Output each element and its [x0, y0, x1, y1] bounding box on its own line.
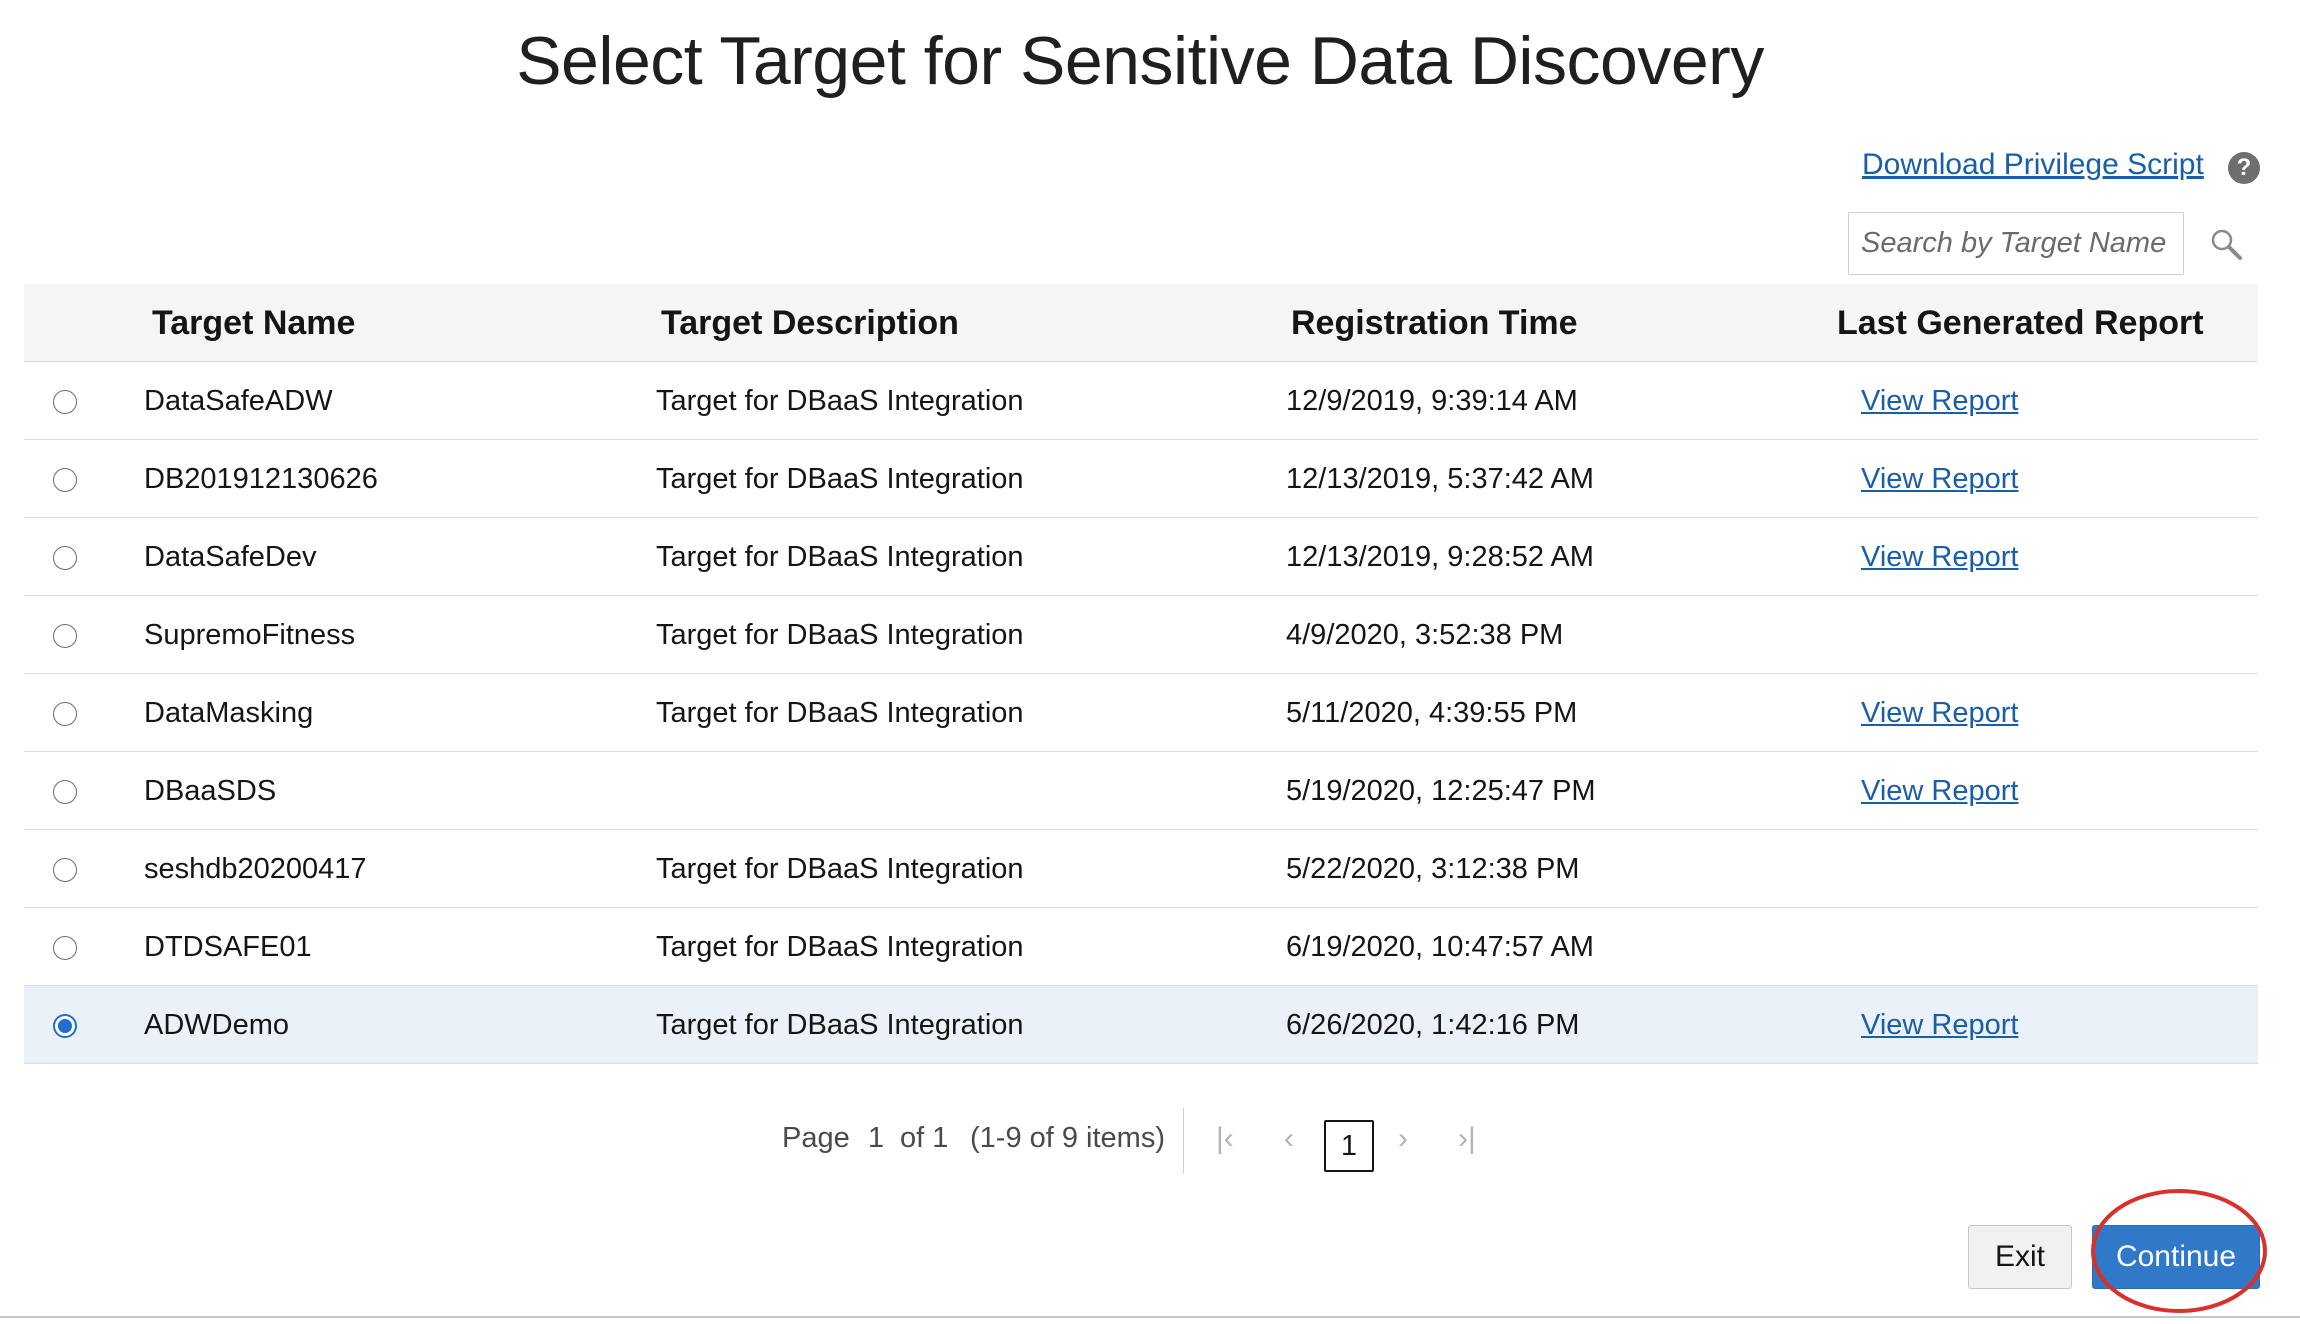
- row-select-radio[interactable]: [53, 936, 77, 960]
- registration-time-cell: 12/13/2019, 9:28:52 AM: [1286, 541, 1594, 573]
- page-title: Select Target for Sensitive Data Discove…: [516, 23, 1764, 99]
- view-report-link[interactable]: View Report: [1861, 362, 2018, 440]
- row-select-radio[interactable]: [53, 546, 77, 570]
- table-row[interactable]: DataSafeADW Target for DBaaS Integration 1…: [24, 362, 2258, 440]
- target-name-cell: DataSafeDev: [144, 541, 317, 573]
- registration-time-cell: 5/11/2020, 4:39:55 PM: [1286, 697, 1578, 729]
- target-name-cell: seshdb20200417: [144, 853, 367, 885]
- column-header-target-description[interactable]: Target Description: [661, 284, 959, 362]
- view-report-link[interactable]: View Report: [1861, 518, 2018, 596]
- table-row[interactable]: DataSafeDev Target for DBaaS Integration 1…: [24, 518, 2258, 596]
- table-body: DataSafeADW Target for DBaaS Integration 1…: [24, 362, 2258, 1064]
- page-button-1[interactable]: 1: [1324, 1120, 1374, 1172]
- table-row[interactable]: SupremoFitness Target for DBaaS Integrati…: [24, 596, 2258, 674]
- pagination-items-label: (1-9 of 9 items): [970, 1122, 1165, 1154]
- first-page-icon[interactable]: |‹: [1216, 1122, 1234, 1156]
- view-report-link[interactable]: View Report: [1861, 674, 2018, 752]
- row-select-radio[interactable]: [53, 390, 77, 414]
- search-icon[interactable]: [2208, 226, 2244, 262]
- target-name-cell: DB201912130626: [144, 463, 378, 495]
- row-select-radio[interactable]: [53, 780, 77, 804]
- table-row[interactable]: DTDSAFE01 Target for DBaaS Integration 6/1…: [24, 908, 2258, 986]
- target-description-cell: Target for DBaaS Integration: [656, 385, 1024, 417]
- next-page-icon[interactable]: ›: [1398, 1122, 1408, 1156]
- table-row[interactable]: seshdb20200417 Target for DBaaS Integrati…: [24, 830, 2258, 908]
- question-mark-icon[interactable]: ?: [2228, 152, 2260, 184]
- pagination-current-page: 1: [868, 1122, 885, 1154]
- registration-time-cell: 12/9/2019, 9:39:14 AM: [1286, 385, 1578, 417]
- target-description-cell: Target for DBaaS Integration: [656, 619, 1024, 651]
- row-select-radio[interactable]: [53, 624, 77, 648]
- registration-time-cell: 5/19/2020, 12:25:47 PM: [1286, 775, 1596, 807]
- search-input[interactable]: [1848, 212, 2184, 275]
- target-description-cell: Target for DBaaS Integration: [656, 1009, 1024, 1041]
- table-header: Target Name Target Description Registrat…: [24, 284, 2258, 362]
- view-report-link[interactable]: View Report: [1861, 752, 2018, 830]
- target-description-cell: Target for DBaaS Integration: [656, 853, 1024, 885]
- row-select-radio[interactable]: [53, 468, 77, 492]
- target-name-cell: DataMasking: [144, 697, 314, 729]
- download-privilege-script-link[interactable]: Download Privilege Script: [1862, 148, 2204, 182]
- row-select-radio[interactable]: [53, 858, 77, 882]
- pagination-divider: [1183, 1108, 1184, 1174]
- last-page-icon[interactable]: ›|: [1458, 1122, 1476, 1156]
- target-name-cell: DBaaSDS: [144, 775, 277, 807]
- target-name-cell: SupremoFitness: [144, 619, 356, 651]
- target-name-cell: DTDSAFE01: [144, 931, 312, 963]
- view-report-link[interactable]: View Report: [1861, 440, 2018, 518]
- table-row[interactable]: DB201912130626 Target for DBaaS Integrati…: [24, 440, 2258, 518]
- row-select-radio[interactable]: [53, 702, 77, 726]
- target-description-cell: Target for DBaaS Integration: [656, 697, 1024, 729]
- bottom-divider: [0, 1316, 2300, 1318]
- exit-button[interactable]: Exit: [1968, 1225, 2072, 1289]
- registration-time-cell: 12/13/2019, 5:37:42 AM: [1286, 463, 1594, 495]
- page: Select Target for Sensitive Data Discove…: [0, 0, 2300, 1324]
- target-description-cell: Target for DBaaS Integration: [656, 541, 1024, 573]
- target-name-cell: ADWDemo: [144, 1009, 290, 1041]
- target-description-cell: Target for DBaaS Integration: [656, 463, 1024, 495]
- table-row[interactable]: DBaaSDS 5/19/2020, 12:25:47 PM View Report: [24, 752, 2258, 830]
- target-name-cell: DataSafeADW: [144, 385, 333, 417]
- targets-table: Target Name Target Description Registrat…: [24, 284, 2258, 1064]
- table-row[interactable]: ADWDemo Target for DBaaS Integration 6/26/…: [24, 986, 2258, 1064]
- target-description-cell: Target for DBaaS Integration: [656, 931, 1024, 963]
- pagination-page-label: Page: [782, 1122, 850, 1154]
- column-header-target-name[interactable]: Target Name: [152, 284, 355, 362]
- view-report-link[interactable]: View Report: [1861, 986, 2018, 1064]
- column-header-registration-time[interactable]: Registration Time: [1291, 284, 1578, 362]
- previous-page-icon[interactable]: ‹: [1284, 1122, 1294, 1156]
- row-select-radio[interactable]: [53, 1014, 77, 1038]
- continue-button[interactable]: Continue: [2092, 1225, 2260, 1289]
- registration-time-cell: 6/19/2020, 10:47:57 AM: [1286, 931, 1594, 963]
- column-header-last-generated-report[interactable]: Last Generated Report: [1837, 284, 2204, 362]
- table-row[interactable]: DataMasking Target for DBaaS Integration 5…: [24, 674, 2258, 752]
- registration-time-cell: 6/26/2020, 1:42:16 PM: [1286, 1009, 1580, 1041]
- pagination: Page 1 of 1 (1-9 of 9 items) |‹ ‹ 1 › ›|: [0, 1108, 2300, 1174]
- registration-time-cell: 4/9/2020, 3:52:38 PM: [1286, 619, 1564, 651]
- registration-time-cell: 5/22/2020, 3:12:38 PM: [1286, 853, 1580, 885]
- pagination-of-label: of 1: [900, 1122, 949, 1154]
